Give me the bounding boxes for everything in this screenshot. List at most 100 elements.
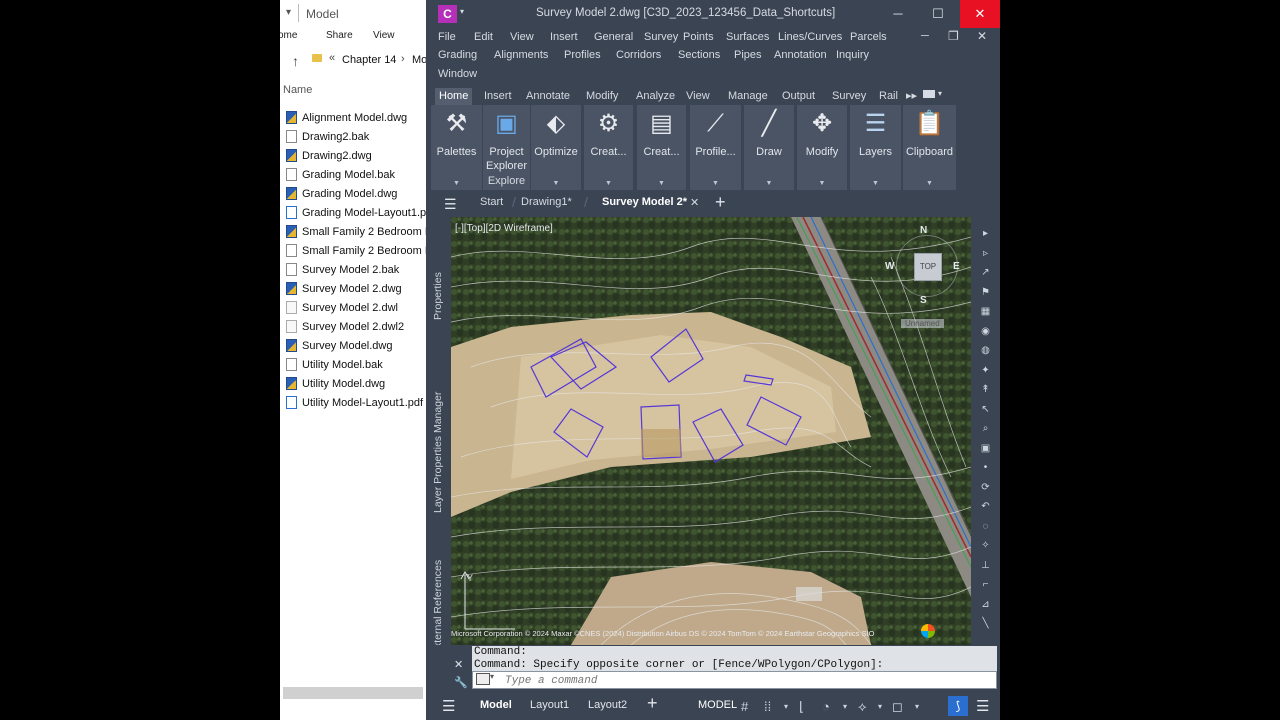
tool-optimize-button[interactable]: ⬖ Optimize ▼: [531, 105, 581, 190]
breadcrumb-chapter[interactable]: Chapter 14: [342, 54, 396, 66]
doc-close-button[interactable]: ✕: [977, 29, 987, 43]
globe-icon[interactable]: ◉: [979, 325, 992, 338]
pen-icon[interactable]: ⟳: [979, 481, 992, 494]
line-icon[interactable]: ╲: [979, 617, 992, 630]
orbit-icon[interactable]: ↗: [979, 266, 992, 279]
menu-edit[interactable]: Edit: [474, 31, 493, 43]
annotation-scale-icon[interactable]: ⟆: [948, 696, 968, 716]
layout-list-icon[interactable]: ☰: [442, 697, 455, 715]
ortho-icon[interactable]: ⌊: [799, 699, 804, 715]
ribbon-tab-annotate[interactable]: Annotate: [522, 88, 574, 105]
object-snap-dropdown-icon[interactable]: ▾: [915, 702, 919, 711]
ribbon-tab-analyze[interactable]: Analyze: [632, 88, 679, 105]
address-bar[interactable]: ↑ « Chapter 14 › Mo: [280, 50, 426, 72]
file-list-item[interactable]: Survey Model 2.dwl: [286, 298, 398, 317]
pan-icon[interactable]: ▸: [979, 227, 992, 240]
snap-icon[interactable]: ⁞⁞: [764, 699, 771, 714]
viewcube-top-face[interactable]: TOP: [914, 253, 942, 281]
tab-home[interactable]: ome: [280, 30, 297, 41]
dropdown-arrow-icon[interactable]: ▼: [553, 180, 560, 187]
command-input[interactable]: [503, 673, 987, 689]
layer-properties-palette-tab[interactable]: Layer Properties Manager: [432, 392, 444, 513]
doc-restore-button[interactable]: ❐: [948, 29, 959, 43]
up-arrow-icon[interactable]: ↑: [292, 53, 299, 69]
file-list-item[interactable]: Alignment Model.dwg: [286, 108, 407, 127]
dropdown-arrow-icon[interactable]: ▼: [766, 180, 773, 187]
viewcube[interactable]: N W E S TOP Unnamed: [885, 223, 966, 333]
file-list-item[interactable]: Utility Model.bak: [286, 355, 383, 374]
command-input-box[interactable]: ▾: [472, 671, 997, 689]
dropdown-arrow-icon[interactable]: ▼: [453, 180, 460, 187]
horizontal-scrollbar[interactable]: [283, 687, 423, 699]
menu-surfaces[interactable]: Surfaces: [726, 31, 769, 43]
file-list-item[interactable]: Survey Model 2.dwg: [286, 279, 402, 298]
sparkle-icon[interactable]: ✦: [979, 364, 992, 377]
osnap-dropdown-icon[interactable]: ▾: [878, 702, 882, 711]
dropdown-arrow-icon[interactable]: ▼: [712, 180, 719, 187]
point-icon[interactable]: •: [979, 461, 992, 474]
image-icon[interactable]: ▣: [979, 442, 992, 455]
tool-create-ground-button[interactable]: ⚙ Creat... ▼: [584, 105, 633, 190]
menu-grading[interactable]: Grading: [438, 49, 477, 61]
compass-south[interactable]: S: [920, 295, 927, 306]
menu-file[interactable]: File: [438, 31, 456, 43]
ribbon-tab-survey[interactable]: Survey: [828, 88, 870, 105]
workspace-icon[interactable]: [923, 90, 935, 98]
file-list-item[interactable]: Grading Model.bak: [286, 165, 395, 184]
tool-create-design-button[interactable]: ▤ Creat... ▼: [637, 105, 686, 190]
menu-insert[interactable]: Insert: [550, 31, 578, 43]
menu-view[interactable]: View: [510, 31, 534, 43]
menu-lines-curves[interactable]: Lines/Curves: [778, 31, 842, 43]
menu-window[interactable]: Window: [438, 68, 477, 80]
magnify-icon[interactable]: ⌕: [979, 422, 992, 435]
corner-icon[interactable]: ⌐: [979, 578, 992, 591]
measure-icon[interactable]: ⊿: [979, 598, 992, 611]
tool-profile-view-button[interactable]: ⟋ Profile... ▼: [690, 105, 741, 190]
chevron-down-icon[interactable]: ▾: [286, 7, 291, 18]
menu-inquiry[interactable]: Inquiry: [836, 49, 869, 61]
compass-east[interactable]: E: [953, 261, 960, 272]
file-list-item[interactable]: Survey Model 2.bak: [286, 260, 399, 279]
tab-layout2[interactable]: Layout2: [588, 699, 627, 711]
object-snap-icon[interactable]: ◻: [892, 699, 903, 715]
menu-general[interactable]: General: [594, 31, 633, 43]
properties-palette-tab[interactable]: Properties: [432, 272, 444, 320]
hamburger-menu-icon[interactable]: ☰: [444, 196, 457, 213]
star-icon[interactable]: ✧: [979, 539, 992, 552]
ribbon-tab-output[interactable]: Output: [778, 88, 819, 105]
file-list-item[interactable]: Drawing2.bak: [286, 127, 369, 146]
undo-icon[interactable]: ↶: [979, 500, 992, 513]
ribbon-tab-insert[interactable]: Insert: [480, 88, 516, 105]
quick-access-dropdown-icon[interactable]: ▾: [460, 7, 464, 16]
osnap-tracking-icon[interactable]: ⟡: [858, 699, 867, 715]
menu-profiles[interactable]: Profiles: [564, 49, 601, 61]
tab-drawing1[interactable]: Drawing1*: [521, 196, 572, 208]
panel-title-explore[interactable]: Explore: [483, 175, 530, 187]
name-column-header[interactable]: Name: [283, 84, 312, 96]
polar-dropdown-icon[interactable]: ▾: [843, 702, 847, 711]
minimize-button[interactable]: ─: [878, 0, 918, 28]
tab-model[interactable]: Model: [480, 699, 512, 711]
maximize-button[interactable]: ☐: [918, 0, 958, 28]
tool-draw-button[interactable]: ╱ Draw ▼: [744, 105, 794, 190]
customization-menu-icon[interactable]: ☰: [976, 697, 989, 715]
command-prompt-icon[interactable]: [476, 673, 490, 685]
file-list-item[interactable]: Survey Model.dwg: [286, 336, 393, 355]
close-button[interactable]: ✕: [960, 0, 1000, 28]
tab-survey-model-2[interactable]: Survey Model 2*: [602, 196, 687, 208]
ribbon-tab-modify[interactable]: Modify: [582, 88, 622, 105]
file-list-item[interactable]: Utility Model.dwg: [286, 374, 385, 393]
snap-dropdown-icon[interactable]: ▾: [784, 702, 788, 711]
compass-west[interactable]: W: [885, 261, 894, 272]
tool-palettes-button[interactable]: ⚒ Palettes ▼: [431, 105, 482, 190]
tool-layers-button[interactable]: ☰ Layers ▼: [850, 105, 901, 190]
drawing-viewport[interactable]: Y [-][Top][2D Wireframe] N W E S TOP Unn…: [451, 217, 971, 645]
select-icon[interactable]: ↖: [979, 403, 992, 416]
recent-commands-dropdown-icon[interactable]: ▾: [490, 672, 494, 681]
menu-parcels[interactable]: Parcels: [850, 31, 887, 43]
new-layout-icon[interactable]: +: [647, 693, 658, 714]
file-list-item[interactable]: Drawing2.dwg: [286, 146, 372, 165]
tab-start[interactable]: Start: [480, 196, 503, 208]
dropdown-arrow-icon[interactable]: ▼: [819, 180, 826, 187]
circle-icon[interactable]: ◌: [979, 520, 992, 533]
